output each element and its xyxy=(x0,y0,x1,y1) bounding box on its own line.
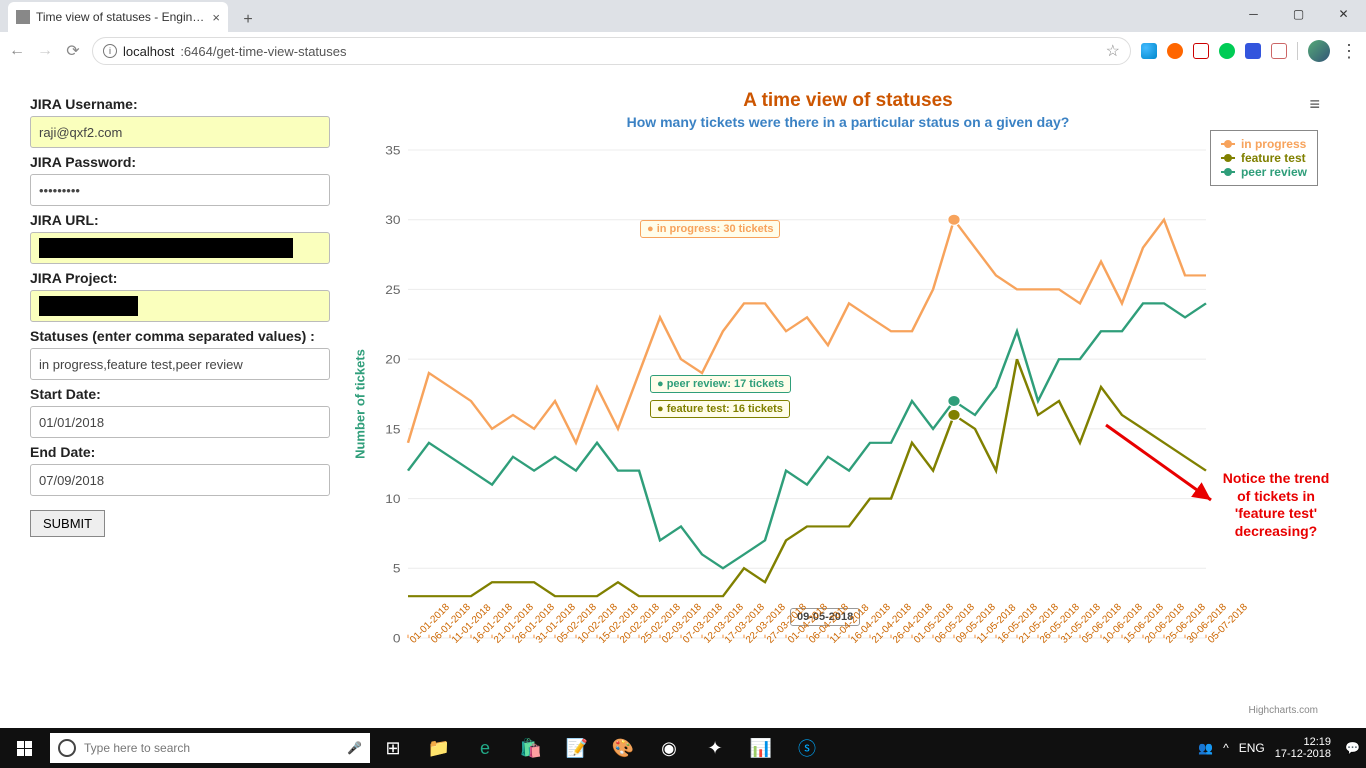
svg-text:5: 5 xyxy=(393,561,401,575)
query-form: JIRA Username: raji@qxf2.com JIRA Passwo… xyxy=(30,90,360,718)
page-content: JIRA Username: raji@qxf2.com JIRA Passwo… xyxy=(0,70,1366,728)
chart-export-menu-icon[interactable]: ≡ xyxy=(1309,94,1318,115)
label-password: JIRA Password: xyxy=(30,154,330,170)
window-minimize[interactable]: ─ xyxy=(1231,0,1276,28)
skype-icon[interactable]: ⓢ xyxy=(784,728,830,768)
chart-container: A time view of statuses How many tickets… xyxy=(360,90,1336,718)
store-icon[interactable]: 🛍️ xyxy=(508,728,554,768)
start-button[interactable] xyxy=(0,728,48,768)
svg-text:20: 20 xyxy=(385,352,400,366)
language-indicator[interactable]: ENG xyxy=(1239,741,1265,755)
label-end-date: End Date: xyxy=(30,444,330,460)
label-username: JIRA Username: xyxy=(30,96,330,112)
window-maximize[interactable]: ▢ xyxy=(1276,0,1321,28)
address-bar[interactable]: i localhost:6464/get-time-view-statuses … xyxy=(92,37,1131,65)
cortana-icon xyxy=(58,739,76,757)
svg-text:25: 25 xyxy=(385,283,400,297)
annotation-text: Notice the trend of tickets in 'feature … xyxy=(1216,470,1336,540)
taskbar-clock[interactable]: 12:19 17-12-2018 xyxy=(1275,736,1335,760)
taskbar-tray: 👥 ^ ENG 12:19 17-12-2018 💬 xyxy=(1198,736,1366,760)
chart-legend: in progress feature test peer review xyxy=(1210,130,1318,186)
windows-taskbar: Type here to search 🎤 ⊞ 📁 e 🛍️ 📝 🎨 ◉ ✦ 📊… xyxy=(0,728,1366,768)
taskbar-apps: ⊞ 📁 e 🛍️ 📝 🎨 ◉ ✦ 📊 ⓢ xyxy=(370,728,830,768)
url-path: :6464/get-time-view-statuses xyxy=(180,44,346,59)
legend-item-peer-review[interactable]: peer review xyxy=(1221,165,1307,179)
tab-title: Time view of statuses - Engineer… xyxy=(36,10,206,24)
ext-icon[interactable] xyxy=(1245,43,1261,59)
people-icon[interactable]: 👥 xyxy=(1198,741,1213,755)
svg-text:10: 10 xyxy=(385,492,400,506)
notepad-icon[interactable]: 📝 xyxy=(554,728,600,768)
statuses-input[interactable]: in progress,feature test,peer review xyxy=(30,348,330,380)
tooltip-feature-test: ● feature test: 16 tickets xyxy=(650,400,790,418)
bookmark-star-icon[interactable]: ☆ xyxy=(1106,41,1120,61)
chrome-icon[interactable]: ◉ xyxy=(646,728,692,768)
profile-avatar[interactable] xyxy=(1308,40,1330,62)
jira-project-input[interactable] xyxy=(30,290,330,322)
chart-x-axis-labels: 01-01-201806-01-201811-01-201816-01-2018… xyxy=(408,638,1206,708)
tab-close-icon[interactable]: × xyxy=(212,10,220,25)
edge-icon[interactable]: e xyxy=(462,728,508,768)
username-input[interactable]: raji@qxf2.com xyxy=(30,116,330,148)
notifications-icon[interactable]: 💬 xyxy=(1345,741,1360,755)
new-tab-button[interactable]: + xyxy=(236,8,260,32)
window-close[interactable]: ✕ xyxy=(1321,0,1366,28)
svg-text:30: 30 xyxy=(385,213,400,227)
label-statuses: Statuses (enter comma separated values) … xyxy=(30,328,330,344)
search-placeholder: Type here to search xyxy=(84,741,190,755)
start-date-input[interactable]: 01/01/2018 xyxy=(30,406,330,438)
svg-text:35: 35 xyxy=(385,143,400,157)
ext-icon[interactable] xyxy=(1167,43,1183,59)
legend-item-in-progress[interactable]: in progress xyxy=(1221,137,1307,151)
label-url: JIRA URL: xyxy=(30,212,330,228)
chart-credit[interactable]: Highcharts.com xyxy=(1249,705,1318,716)
label-project: JIRA Project: xyxy=(30,270,330,286)
favicon xyxy=(16,10,30,24)
divider xyxy=(1297,42,1298,60)
ext-icon[interactable] xyxy=(1193,43,1209,59)
chrome-menu-icon[interactable]: ⋮ xyxy=(1340,41,1358,62)
forward-button: → xyxy=(36,42,54,60)
ext-icon[interactable] xyxy=(1219,43,1235,59)
submit-button[interactable]: SUBMIT xyxy=(30,510,105,537)
window-controls: ─ ▢ ✕ xyxy=(1231,0,1366,28)
password-input[interactable]: ••••••••• xyxy=(30,174,330,206)
ext-icon[interactable] xyxy=(1271,43,1287,59)
tray-chevron-icon[interactable]: ^ xyxy=(1223,741,1229,755)
back-button[interactable]: ← xyxy=(8,42,26,60)
chart-y-axis-label: Number of tickets xyxy=(353,349,368,459)
browser-tab[interactable]: Time view of statuses - Engineer… × xyxy=(8,2,228,32)
chart-title: A time view of statuses xyxy=(360,90,1336,112)
tooltip-in-progress: ● in progress: 30 tickets xyxy=(640,220,780,238)
taskbar-search[interactable]: Type here to search 🎤 xyxy=(50,733,370,763)
svg-text:0: 0 xyxy=(393,631,401,645)
app-icon[interactable]: 📊 xyxy=(738,728,784,768)
chart-plot-area[interactable]: 05101520253035 xyxy=(408,150,1206,638)
app-icon[interactable]: ✦ xyxy=(692,728,738,768)
extensions: ⋮ xyxy=(1141,40,1358,62)
file-explorer-icon[interactable]: 📁 xyxy=(416,728,462,768)
chart-subtitle: How many tickets were there in a particu… xyxy=(360,114,1336,130)
end-date-input[interactable]: 07/09/2018 xyxy=(30,464,330,496)
browser-chrome: ─ ▢ ✕ Time view of statuses - Engineer… … xyxy=(0,0,1366,70)
task-view-icon[interactable]: ⊞ xyxy=(370,728,416,768)
jira-url-input[interactable] xyxy=(30,232,330,264)
url-host: localhost xyxy=(123,44,174,59)
site-info-icon[interactable]: i xyxy=(103,44,117,58)
paint-icon[interactable]: 🎨 xyxy=(600,728,646,768)
mic-icon[interactable]: 🎤 xyxy=(347,741,362,755)
legend-item-feature-test[interactable]: feature test xyxy=(1221,151,1307,165)
svg-text:15: 15 xyxy=(385,422,400,436)
tooltip-peer-review: ● peer review: 17 tickets xyxy=(650,375,791,393)
reload-button[interactable]: ⟳ xyxy=(64,42,82,60)
label-start-date: Start Date: xyxy=(30,386,330,402)
ext-icon[interactable] xyxy=(1141,43,1157,59)
